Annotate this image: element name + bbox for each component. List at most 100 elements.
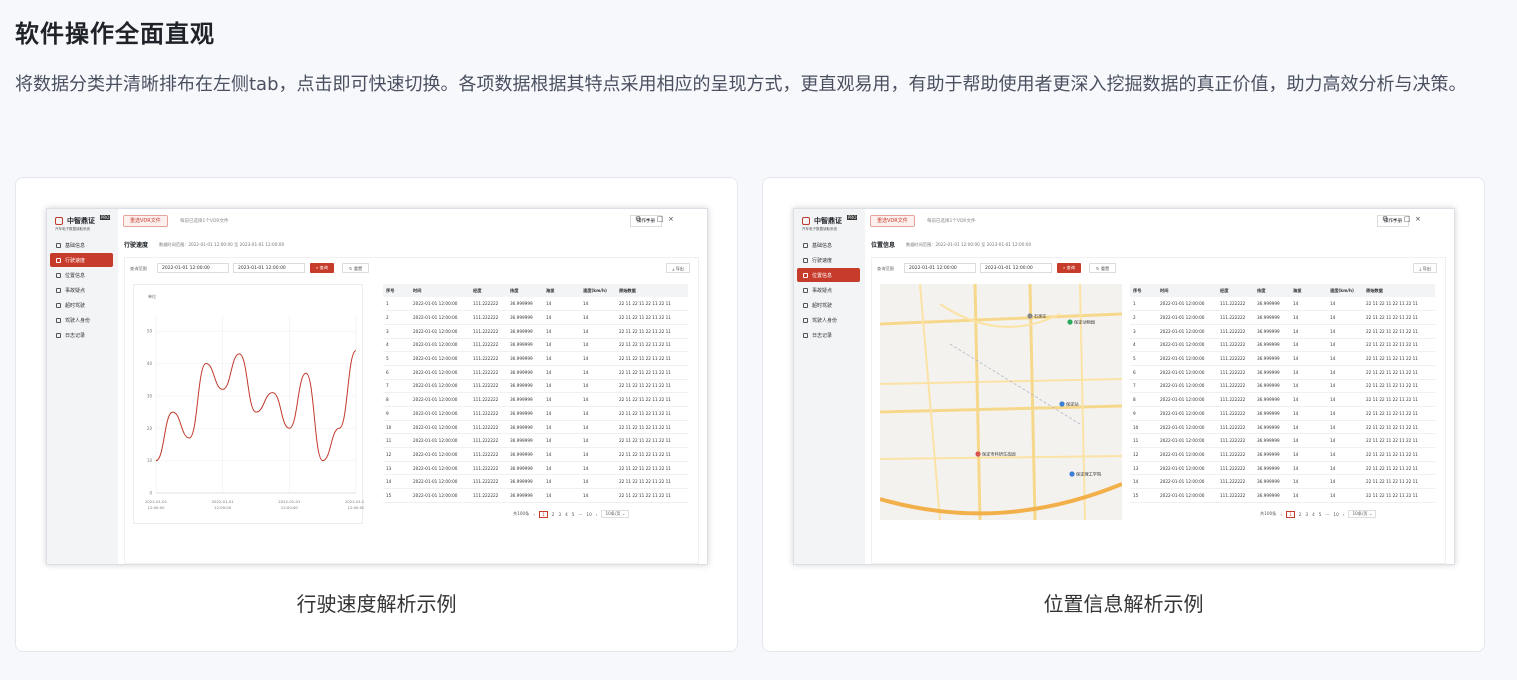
search-button[interactable]: ⌕ 查询 bbox=[310, 263, 335, 273]
table-row[interactable]: 2 2022-01-01 12:00:00 111.222222 36.999999 1… bbox=[1130, 310, 1435, 325]
search-button[interactable]: ⌕ 查询 bbox=[1057, 263, 1082, 273]
sidebar-item-3[interactable]: 事故疑点 bbox=[50, 283, 113, 297]
table-cell: 22 11 22 11 22 11 22 11 bbox=[1363, 474, 1435, 490]
next-page-icon[interactable]: › bbox=[596, 512, 598, 517]
table-row[interactable]: 12 2022-01-01 12:00:00 111.222222 36.999999… bbox=[383, 447, 688, 462]
table-cell: 111.222222 bbox=[1217, 379, 1254, 394]
page-10[interactable]: 10 bbox=[586, 512, 591, 517]
page-···[interactable]: ··· bbox=[1325, 512, 1329, 517]
sidebar-item-4[interactable]: 超时驾驶 bbox=[50, 298, 113, 312]
page-size-select[interactable]: 10条/页 ⌄ bbox=[601, 510, 630, 518]
table-row[interactable]: 11 2022-01-01 12:00:00 111.222222 36.999999… bbox=[1130, 433, 1435, 449]
sidebar-item-2[interactable]: 位置信息 bbox=[50, 268, 113, 282]
table-cell: 111.222222 bbox=[1217, 406, 1254, 421]
table-row[interactable]: 12 2022-01-01 12:00:00 111.222222 36.999999… bbox=[1130, 447, 1435, 462]
page-1[interactable]: 1 bbox=[539, 510, 548, 518]
page-3[interactable]: 3 bbox=[558, 512, 561, 517]
table-cell: 2022-01-01 12:00:00 bbox=[410, 461, 470, 476]
table-row[interactable]: 3 2022-01-01 12:00:00 111.222222 36.999999 1… bbox=[383, 324, 688, 339]
table-row[interactable]: 9 2022-01-01 12:00:00 111.222222 36.999999 1… bbox=[383, 406, 688, 421]
maximize-icon[interactable]: □ bbox=[1404, 215, 1411, 223]
next-page-icon[interactable]: › bbox=[1343, 512, 1345, 517]
table-row[interactable]: 3 2022-01-01 12:00:00 111.222222 36.999999 1… bbox=[1130, 324, 1435, 339]
sidebar-item-0[interactable]: 基础信息 bbox=[50, 238, 113, 252]
reselect-vdr-button[interactable]: 重选VDR文件 bbox=[123, 215, 168, 227]
page-3[interactable]: 3 bbox=[1305, 512, 1308, 517]
pro-badge: PRO bbox=[847, 215, 858, 220]
date-from-input[interactable]: 2022-01-01 12:00:00 bbox=[904, 263, 976, 273]
table-row[interactable]: 10 2022-01-01 12:00:00 111.222222 36.999999… bbox=[383, 420, 688, 435]
sidebar-item-2[interactable]: 位置信息 bbox=[797, 268, 860, 282]
table-cell: 2022-01-01 12:00:00 bbox=[1157, 379, 1217, 394]
table-row[interactable]: 2 2022-01-01 12:00:00 111.222222 36.999999 1… bbox=[383, 310, 688, 325]
sidebar-item-3[interactable]: 事故疑点 bbox=[797, 283, 860, 297]
close-icon[interactable]: × bbox=[1415, 215, 1421, 223]
table-row[interactable]: 4 2022-01-01 12:00:00 111.222222 36.999999 1… bbox=[1130, 338, 1435, 353]
table-cell: 22 11 22 11 22 11 22 11 bbox=[1363, 310, 1435, 325]
table-cell: 14 bbox=[1290, 297, 1327, 312]
sidebar-item-1[interactable]: 行驶速度 bbox=[797, 253, 860, 267]
sidebar-item-1[interactable]: 行驶速度 bbox=[50, 253, 113, 267]
date-to-input[interactable]: 2023-01-01 12:00:00 bbox=[980, 263, 1052, 273]
page-2[interactable]: 2 bbox=[552, 512, 555, 517]
minimize-icon[interactable]: – bbox=[646, 215, 650, 223]
table-cell: 2022-01-01 12:00:00 bbox=[1157, 324, 1217, 339]
table-row[interactable]: 11 2022-01-01 12:00:00 111.222222 36.999999… bbox=[383, 433, 688, 449]
gear-icon[interactable]: ⚙ bbox=[635, 215, 641, 223]
date-to-input[interactable]: 2023-01-01 12:00:00 bbox=[233, 263, 305, 273]
map-svg: 保定动物园保定站保定市科研生态园保定理工学院 石家庄 bbox=[880, 284, 1122, 520]
gear-icon[interactable]: ⚙ bbox=[1382, 215, 1388, 223]
table-row[interactable]: 14 2022-01-01 12:00:00 111.222222 36.999999… bbox=[1130, 474, 1435, 490]
table-row[interactable]: 14 2022-01-01 12:00:00 111.222222 36.999999… bbox=[383, 474, 688, 490]
page-2[interactable]: 2 bbox=[1299, 512, 1302, 517]
table-row[interactable]: 8 2022-01-01 12:00:00 111.222222 36.999999 1… bbox=[383, 392, 688, 407]
page-5[interactable]: 5 bbox=[572, 512, 575, 517]
table-row[interactable]: 4 2022-01-01 12:00:00 111.222222 36.999999 1… bbox=[383, 338, 688, 353]
export-button[interactable]: ⤓ 导出 bbox=[1413, 263, 1437, 273]
page-4[interactable]: 4 bbox=[1312, 512, 1315, 517]
table-row[interactable]: 13 2022-01-01 12:00:00 111.222222 36.999999… bbox=[1130, 461, 1435, 476]
page-size-select[interactable]: 10条/页 ⌄ bbox=[1348, 510, 1377, 518]
table-row[interactable]: 7 2022-01-01 12:00:00 111.222222 36.999999 1… bbox=[1130, 379, 1435, 394]
prev-page-icon[interactable]: ‹ bbox=[533, 512, 535, 517]
sidebar-item-5[interactable]: 驾驶人身份 bbox=[50, 313, 113, 327]
table-row[interactable]: 8 2022-01-01 12:00:00 111.222222 36.999999 1… bbox=[1130, 392, 1435, 407]
reselect-vdr-button[interactable]: 重选VDR文件 bbox=[870, 215, 915, 227]
export-button[interactable]: ⤓ 导出 bbox=[666, 263, 690, 273]
table-row[interactable]: 15 2022-01-01 12:00:00 111.222222 36.999999… bbox=[1130, 488, 1435, 503]
x-tick-label: 2022-01-01 bbox=[212, 499, 235, 504]
table-cell: 111.222222 bbox=[470, 310, 507, 325]
sidebar-item-6[interactable]: 日志记录 bbox=[50, 328, 113, 342]
maximize-icon[interactable]: □ bbox=[657, 215, 664, 223]
sidebar-item-6[interactable]: 日志记录 bbox=[797, 328, 860, 342]
table-row[interactable]: 15 2022-01-01 12:00:00 111.222222 36.999999… bbox=[383, 488, 688, 503]
table-cell: 2022-01-01 12:00:00 bbox=[1157, 338, 1217, 353]
table-row[interactable]: 6 2022-01-01 12:00:00 111.222222 36.999999 1… bbox=[1130, 365, 1435, 380]
page-4[interactable]: 4 bbox=[565, 512, 568, 517]
prev-page-icon[interactable]: ‹ bbox=[1280, 512, 1282, 517]
sidebar-item-5[interactable]: 驾驶人身份 bbox=[797, 313, 860, 327]
table-row[interactable]: 5 2022-01-01 12:00:00 111.222222 36.999999 1… bbox=[383, 351, 688, 366]
reset-button[interactable]: ↻ 重置 bbox=[342, 263, 370, 273]
table-row[interactable]: 13 2022-01-01 12:00:00 111.222222 36.999999… bbox=[383, 461, 688, 476]
table-row[interactable]: 1 2022-01-01 12:00:00 111.222222 36.999999 1… bbox=[383, 297, 688, 312]
sidebar-item-4[interactable]: 超时驾驶 bbox=[797, 298, 860, 312]
page-1[interactable]: 1 bbox=[1286, 510, 1295, 518]
page-···[interactable]: ··· bbox=[578, 512, 582, 517]
table-cell: 111.222222 bbox=[1217, 324, 1254, 339]
reset-button[interactable]: ↻ 重置 bbox=[1089, 263, 1117, 273]
minimize-icon[interactable]: – bbox=[1393, 215, 1397, 223]
table-row[interactable]: 5 2022-01-01 12:00:00 111.222222 36.999999 1… bbox=[1130, 351, 1435, 366]
close-icon[interactable]: × bbox=[668, 215, 674, 223]
page-10[interactable]: 10 bbox=[1333, 512, 1338, 517]
table-cell: 36.999999 bbox=[1254, 406, 1290, 421]
table-row[interactable]: 7 2022-01-01 12:00:00 111.222222 36.999999 1… bbox=[383, 379, 688, 394]
table-row[interactable]: 9 2022-01-01 12:00:00 111.222222 36.999999 1… bbox=[1130, 406, 1435, 421]
table-row[interactable]: 10 2022-01-01 12:00:00 111.222222 36.999999… bbox=[1130, 420, 1435, 435]
table-row[interactable]: 1 2022-01-01 12:00:00 111.222222 36.999999 1… bbox=[1130, 297, 1435, 312]
page-5[interactable]: 5 bbox=[1319, 512, 1322, 517]
date-from-input[interactable]: 2022-01-01 12:00:00 bbox=[157, 263, 229, 273]
table-row[interactable]: 6 2022-01-01 12:00:00 111.222222 36.999999 1… bbox=[383, 365, 688, 380]
table-cell: 36.999999 bbox=[1254, 420, 1290, 435]
sidebar-item-0[interactable]: 基础信息 bbox=[797, 238, 860, 252]
